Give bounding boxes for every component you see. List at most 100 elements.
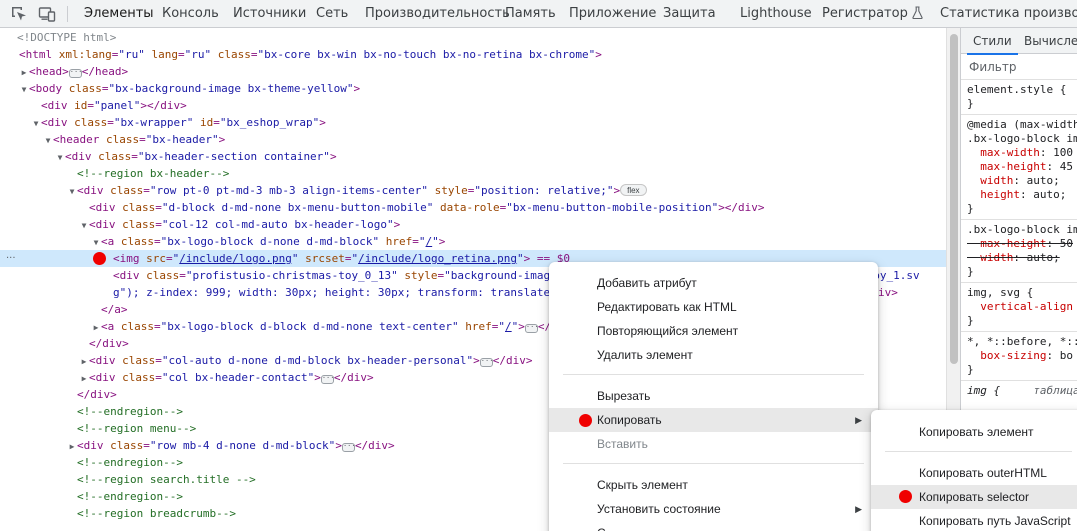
tab-sources[interactable]: Источники bbox=[233, 0, 306, 27]
tab-computed[interactable]: Вычислен bbox=[1024, 28, 1077, 54]
attr-value: "bx_eshop_wrap" bbox=[219, 116, 320, 129]
collapsed-content-icon[interactable]: ··· bbox=[68, 69, 82, 78]
property-name: height bbox=[980, 188, 1020, 201]
menu-item-copy-js-path[interactable]: Копировать путь JavaScript bbox=[871, 509, 1077, 531]
collapsed-content-icon[interactable]: ··· bbox=[320, 375, 334, 384]
attr-name: srcset bbox=[305, 252, 345, 265]
menu-item-force-state[interactable]: Установить состояние ▶ bbox=[549, 497, 878, 521]
tree-line-html[interactable]: <html xml:lang="ru" lang="ru" class="bx-… bbox=[19, 46, 946, 63]
menu-item-copy-selector[interactable]: Копировать selector bbox=[871, 485, 1077, 509]
tree-line-doctype[interactable]: <!DOCTYPE html> bbox=[17, 29, 946, 46]
style-rule-logo[interactable]: .bx-logo-block im max-height: 50 width: … bbox=[961, 220, 1077, 283]
menu-item-hide-element[interactable]: Скрыть элемент bbox=[549, 473, 878, 497]
style-rule-element[interactable]: element.style {} bbox=[961, 80, 1077, 115]
tag-close: ></div> bbox=[718, 201, 765, 214]
collapse-arrow-icon[interactable]: ▼ bbox=[67, 183, 77, 200]
expand-arrow-icon[interactable]: ▶ bbox=[91, 319, 101, 336]
menu-item-copy-outerhtml[interactable]: Копировать outerHTML bbox=[871, 461, 1077, 485]
tag-close: </div> bbox=[492, 354, 533, 367]
more-options-icon[interactable]: ··· bbox=[6, 250, 16, 267]
tree-line-comment[interactable]: <!--region bx-header--> bbox=[77, 165, 946, 182]
attr-name: id bbox=[199, 116, 214, 129]
tag-open: <div bbox=[77, 439, 111, 452]
tree-line-style-cont-tail: iv> bbox=[878, 284, 946, 301]
src-link[interactable]: /include/logo.png bbox=[179, 252, 292, 265]
collapse-arrow-icon[interactable]: ▼ bbox=[19, 81, 29, 98]
tab-application[interactable]: Приложение bbox=[569, 0, 656, 27]
scrollbar-thumb[interactable] bbox=[950, 34, 958, 364]
attr-name: href bbox=[465, 320, 492, 333]
tree-line-header-logo[interactable]: ▼ <div class="col-12 col-md-auto bx-heade… bbox=[79, 216, 946, 233]
menu-item-more[interactable]: С... bbox=[549, 521, 878, 531]
device-toolbar-icon[interactable] bbox=[38, 5, 56, 23]
tab-recorder[interactable]: Регистратор bbox=[822, 0, 923, 27]
tab-elements[interactable]: Элементы bbox=[84, 0, 154, 27]
tree-line-panel[interactable]: <div id="panel"></div> bbox=[41, 97, 946, 114]
style-rule-img-svg[interactable]: img, svg { vertical-align} bbox=[961, 283, 1077, 332]
tree-line-row[interactable]: ▼ <div class="row pt-0 pt-md-3 mb-3 align… bbox=[67, 182, 946, 199]
tree-line-header-section[interactable]: ▼ <div class="bx-header-section container… bbox=[55, 148, 946, 165]
attr-value-continued: g"); z-index: 999; width: 30px; height: … bbox=[113, 286, 551, 299]
attr-value: "d-block d-md-none bx-menu-button-mobile… bbox=[161, 201, 434, 214]
attr-value: "col-auto d-none d-md-block bx-header-pe… bbox=[161, 354, 474, 367]
tag-close: > bbox=[218, 133, 226, 146]
tree-line-menu-button[interactable]: <div class="d-block d-md-none bx-menu-bu… bbox=[89, 199, 946, 216]
attr-name: id bbox=[74, 99, 88, 112]
tab-lighthouse[interactable]: Lighthouse bbox=[740, 0, 812, 27]
menu-item-copy-element[interactable]: Копировать элемент bbox=[871, 420, 1077, 444]
menu-item-delete-element[interactable]: Удалить элемент bbox=[549, 343, 878, 367]
attr-name: data-role bbox=[440, 201, 500, 214]
menu-item-copy[interactable]: Копировать ▶ bbox=[549, 408, 878, 432]
context-menu: Добавить атрибут Редактировать как HTML … bbox=[549, 262, 878, 531]
tab-performance[interactable]: Производительность bbox=[365, 0, 510, 27]
tab-memory[interactable]: Память bbox=[505, 0, 556, 27]
tree-line-logo-link[interactable]: ▼ <a class="bx-logo-block d-none d-md-blo… bbox=[91, 233, 946, 250]
menu-item-edit-as-html[interactable]: Редактировать как HTML bbox=[549, 295, 878, 319]
styles-filter-input[interactable]: Фильтр bbox=[961, 54, 1077, 80]
expand-arrow-icon[interactable]: ▶ bbox=[79, 353, 89, 370]
tag-close: > bbox=[319, 116, 326, 129]
property-name: max-height bbox=[980, 237, 1047, 250]
tree-line-head[interactable]: ▶ <head>···</head> bbox=[19, 63, 946, 80]
rule-selector: .bx-logo-block im bbox=[967, 223, 1077, 236]
menu-item-cut[interactable]: Вырезать bbox=[549, 384, 878, 408]
collapse-arrow-icon[interactable]: ▼ bbox=[43, 132, 53, 149]
tree-line-header[interactable]: ▼ <header class="bx-header"> bbox=[43, 131, 946, 148]
expand-arrow-icon[interactable]: ▶ bbox=[79, 370, 89, 387]
rule-close: } bbox=[967, 202, 974, 215]
tree-line-wrapper[interactable]: ▼ <div class="bx-wrapper" id="bx_eshop_wr… bbox=[31, 114, 946, 131]
property-value: : 45 bbox=[1046, 160, 1073, 173]
tab-styles[interactable]: Стили bbox=[967, 28, 1018, 55]
collapse-arrow-icon[interactable]: ▼ bbox=[31, 115, 41, 132]
property-name: width bbox=[980, 174, 1014, 187]
style-rule-media[interactable]: @media (max-width .bx-logo-block im max-w… bbox=[961, 115, 1077, 220]
expand-arrow-icon[interactable]: ▶ bbox=[67, 438, 77, 455]
tab-security[interactable]: Защита bbox=[663, 0, 716, 27]
collapsed-content-icon[interactable]: ··· bbox=[341, 443, 356, 452]
style-rule-universal[interactable]: *, *::before, *:: box-sizing: bo} bbox=[961, 332, 1077, 381]
rule-close: } bbox=[967, 363, 974, 376]
collapse-arrow-icon[interactable]: ▼ bbox=[79, 217, 89, 234]
tag-close: > bbox=[595, 48, 602, 61]
tab-performance-insights[interactable]: Статистика производител bbox=[940, 0, 1077, 27]
inspect-element-icon[interactable] bbox=[10, 5, 28, 23]
submenu-arrow-icon: ▶ bbox=[855, 504, 862, 514]
href-link[interactable]: / bbox=[505, 320, 512, 333]
tree-line-body[interactable]: ▼ <body class="bx-background-image bx-the… bbox=[19, 80, 946, 97]
tab-console[interactable]: Консоль bbox=[162, 0, 219, 27]
collapsed-content-icon[interactable]: ··· bbox=[524, 324, 539, 333]
menu-item-duplicate-element[interactable]: Повторяющийся элемент bbox=[549, 319, 878, 343]
flex-badge[interactable]: flex bbox=[620, 184, 647, 196]
srcset-link[interactable]: /include/logo_retina.png bbox=[358, 252, 517, 265]
tag-open: <header bbox=[53, 133, 106, 146]
style-rule-img-ua[interactable]: img { таблица bbox=[961, 381, 1077, 401]
tab-network[interactable]: Сеть bbox=[316, 0, 348, 27]
collapse-arrow-icon[interactable]: ▼ bbox=[91, 234, 101, 251]
tag-close: </div> bbox=[77, 388, 117, 401]
menu-item-add-attribute[interactable]: Добавить атрибут bbox=[549, 271, 878, 295]
red-marker-icon bbox=[579, 414, 592, 427]
collapse-arrow-icon[interactable]: ▼ bbox=[55, 149, 65, 166]
collapsed-content-icon[interactable]: ··· bbox=[479, 358, 493, 367]
expand-arrow-icon[interactable]: ▶ bbox=[19, 64, 29, 81]
menu-item-paste[interactable]: Вставить bbox=[549, 432, 878, 456]
